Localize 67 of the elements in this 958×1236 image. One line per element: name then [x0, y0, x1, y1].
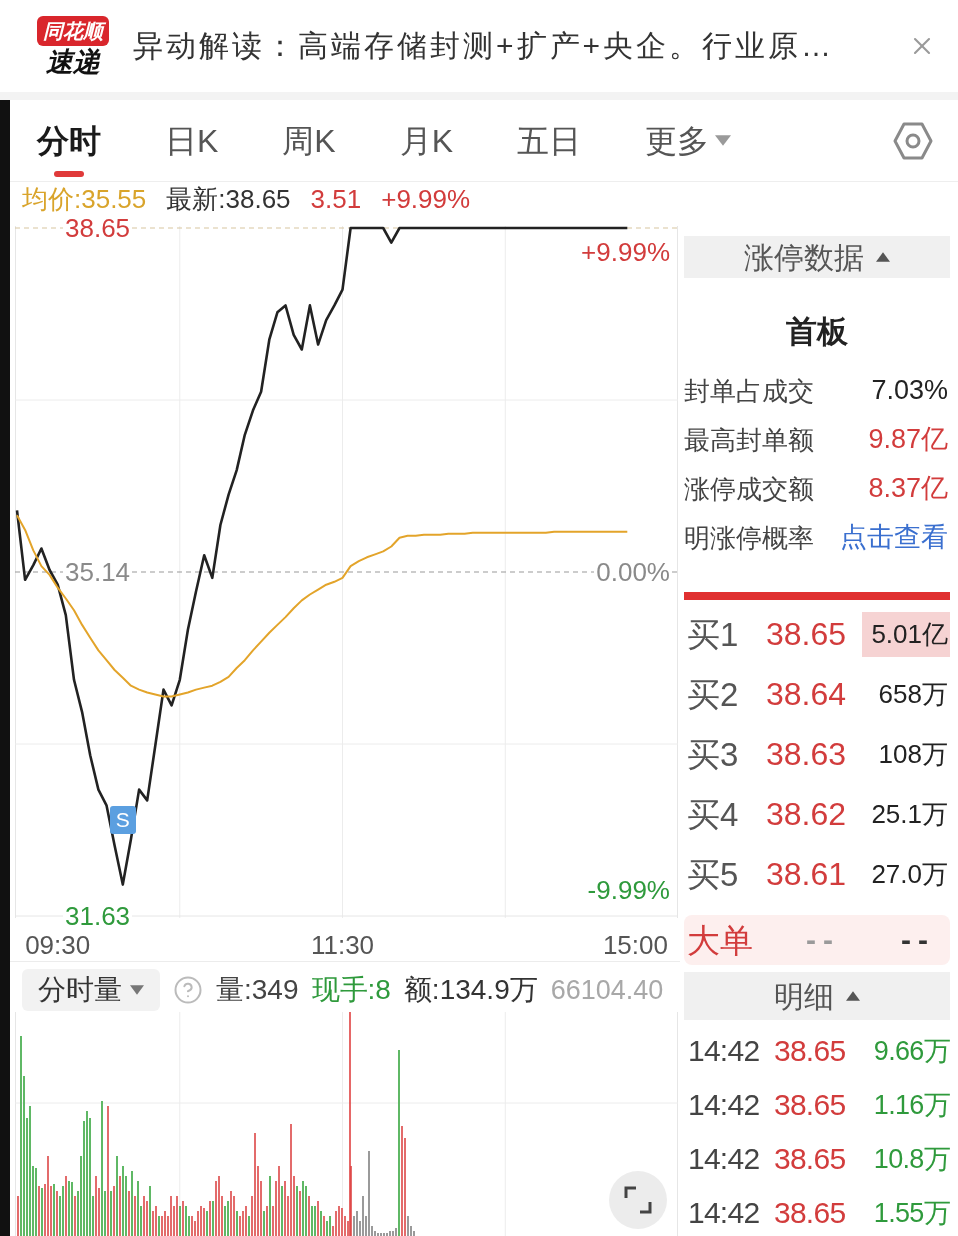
volume-mode-dropdown[interactable]: 分时量 — [22, 969, 160, 1011]
quote-value: 3.51 — [310, 186, 362, 212]
quote-value: +9.99% — [381, 186, 471, 212]
limit-stat-value: 8.37亿 — [868, 475, 948, 502]
caret-icon — [715, 135, 732, 146]
limit-stat-value: 9.87亿 — [868, 426, 948, 453]
volume-stat: 量:349 — [216, 976, 299, 1004]
trade-time: 14:42 — [687, 1036, 761, 1066]
quote-value: 最新:38.65 — [166, 186, 291, 212]
trade-volume: 9.66万 — [873, 1037, 950, 1065]
trade-price: 38.65 — [774, 1198, 847, 1228]
limit-stat-label: 明涨停概率 — [684, 524, 814, 551]
chart-tab[interactable]: 日K — [165, 100, 219, 181]
limit-stat-label: 封单占成交 — [684, 377, 814, 404]
bid-price: 38.62 — [766, 798, 848, 830]
volume-scale-label: 66104.40 — [550, 976, 664, 1004]
time-axis-label: 11:30 — [310, 932, 375, 958]
bid-price: 38.61 — [766, 858, 848, 890]
trade-time: 14:42 — [687, 1090, 761, 1120]
trade-price: 38.65 — [774, 1036, 847, 1066]
bid-volume: 25.1万 — [870, 798, 949, 831]
chart-tab[interactable]: 周K — [282, 100, 336, 181]
logo-text: 速递 — [46, 49, 100, 76]
view-link[interactable]: 点击查看 — [840, 524, 948, 551]
logo-badge: 同花顺 — [37, 16, 109, 46]
limit-stat-value: 7.03% — [871, 377, 948, 404]
trade-volume: 10.8万 — [873, 1145, 950, 1173]
trade-volume: 1.16万 — [873, 1091, 950, 1119]
chart-tab[interactable]: 五日 — [517, 100, 582, 181]
trade-time: 14:42 — [687, 1144, 761, 1174]
trade-volume: 1.55万 — [873, 1199, 950, 1227]
time-axis-label: 09:30 — [25, 932, 91, 958]
bid-price: 38.64 — [766, 678, 848, 710]
bid-price: 38.65 — [766, 618, 848, 650]
trade-price: 38.65 — [774, 1144, 847, 1174]
bid-level-label: 买2 — [686, 677, 740, 711]
trade-time: 14:42 — [687, 1198, 761, 1228]
bid-volume: 5.01亿 — [862, 611, 950, 657]
board-title: 首板 — [786, 315, 848, 347]
big-order-label: 大单 — [686, 923, 754, 957]
settings-icon[interactable] — [893, 120, 933, 161]
bid-volume: 27.0万 — [870, 858, 949, 891]
time-axis-label: 15:00 — [602, 932, 668, 958]
volume-stat: 额:134.9万 — [403, 976, 538, 1004]
bid-volume: 658万 — [877, 678, 949, 711]
big-order-value: -- — [901, 925, 935, 955]
bid-price: 38.63 — [766, 738, 848, 770]
trade-price: 38.65 — [774, 1090, 847, 1120]
bid-volume: 108万 — [877, 738, 949, 771]
limit-stat-label: 最高封单额 — [684, 426, 814, 453]
volume-stat: 现手:8 — [311, 976, 391, 1004]
chart-tab[interactable]: 更多 — [645, 100, 732, 181]
help-icon[interactable] — [173, 975, 203, 1005]
expand-icon — [624, 1186, 652, 1214]
quote-value: 均价:35.55 — [22, 186, 147, 212]
news-title: 异动解读：高端存储封测+扩产+央企。行业原… — [133, 31, 835, 61]
bid-level-label: 买1 — [686, 617, 740, 651]
bid-level-label: 买4 — [686, 797, 740, 831]
big-order-value: -- — [806, 925, 841, 955]
bid-level-label: 买3 — [686, 737, 740, 771]
bid-level-label: 买5 — [686, 857, 740, 891]
chart-tab[interactable]: 分时 — [37, 100, 101, 181]
trade-detail-header[interactable]: 明细 — [684, 972, 950, 1020]
chart-tab[interactable]: 月K — [399, 100, 454, 181]
limit-stat-label: 涨停成交额 — [684, 475, 814, 502]
limit-up-data-header[interactable]: 涨停数据 — [684, 236, 950, 278]
signal-marker: S — [109, 805, 136, 834]
